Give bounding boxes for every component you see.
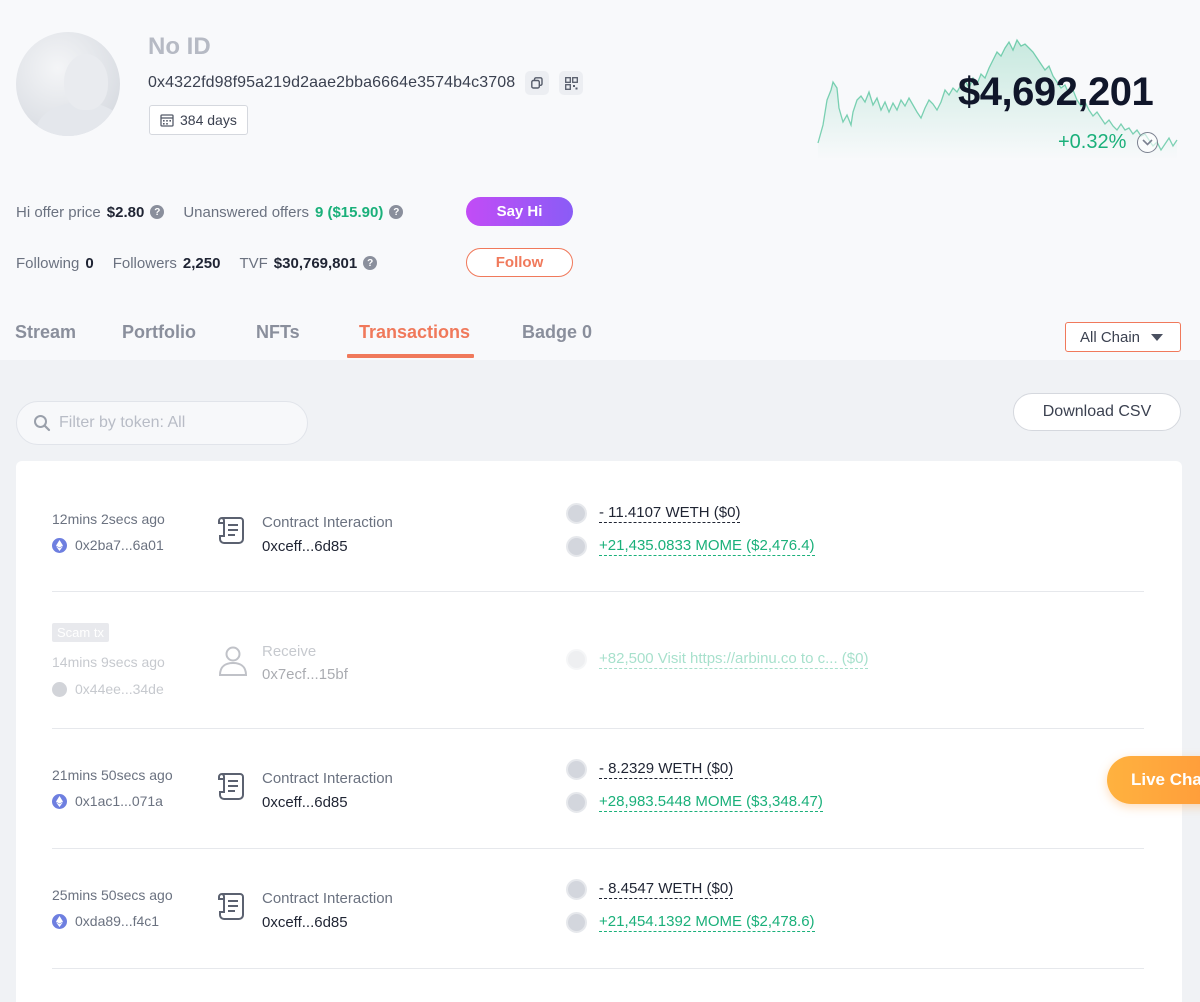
token-amount[interactable]: - 8.4547 WETH ($0) bbox=[566, 879, 734, 900]
token-icon bbox=[566, 879, 587, 900]
token-icon bbox=[566, 536, 587, 557]
followers-label: Followers bbox=[112, 254, 177, 272]
scroll-icon bbox=[218, 772, 244, 800]
token-amount[interactable]: - 8.2329 WETH ($0) bbox=[566, 759, 734, 780]
question-icon[interactable]: ? bbox=[363, 256, 378, 270]
row-divider bbox=[52, 728, 1144, 729]
tx-type: Receive bbox=[262, 643, 317, 660]
profile-header: No ID 0x4322fd98f95a219d2aae2bba6664e357… bbox=[0, 0, 1200, 360]
followers-value: 2,250 bbox=[182, 254, 221, 272]
live-chat-button[interactable]: Live Chat bbox=[1107, 756, 1200, 804]
wallet-age-badge: 384 days bbox=[149, 105, 248, 135]
net-worth-value: $4,692,201 bbox=[958, 70, 1154, 114]
token-icon bbox=[566, 503, 587, 524]
token-amount[interactable]: +21,435.0833 MOME ($2,476.4) bbox=[566, 536, 815, 557]
token-amount[interactable]: +21,454.1392 MOME ($2,478.6) bbox=[566, 912, 815, 933]
row-divider bbox=[52, 968, 1144, 969]
scroll-icon bbox=[218, 516, 244, 544]
tx-address[interactable]: 0xceff...6d85 bbox=[262, 538, 348, 555]
tx-hash[interactable]: 0xda89...f4c1 bbox=[52, 913, 159, 929]
tx-hash[interactable]: 0x1ac1...071a bbox=[52, 793, 163, 809]
active-tab-indicator bbox=[347, 354, 474, 358]
hi-offer-label: Hi offer price bbox=[16, 203, 101, 221]
chevron-down-icon[interactable] bbox=[1137, 132, 1158, 153]
tab-stream[interactable]: Stream bbox=[15, 322, 76, 343]
row-divider bbox=[52, 848, 1144, 849]
following-label: Following bbox=[16, 254, 80, 272]
profile-tabs: Stream Portfolio NFTs Transactions Badge… bbox=[0, 310, 1200, 360]
tx-type: Contract Interaction bbox=[262, 890, 393, 907]
tx-time: 21mins 50secs ago bbox=[52, 767, 173, 783]
row-divider bbox=[52, 591, 1144, 592]
download-csv-button[interactable]: Download CSV bbox=[1013, 393, 1181, 431]
chain-select[interactable]: All Chain bbox=[1065, 322, 1181, 352]
tx-hash[interactable]: 0x44ee...34de bbox=[52, 681, 164, 697]
follow-stats: Following 0 Followers 2,250 TVF $30,769,… bbox=[16, 248, 378, 278]
tab-badge[interactable]: Badge 0 bbox=[522, 322, 592, 343]
token-icon bbox=[566, 759, 587, 780]
calendar-icon bbox=[160, 114, 174, 127]
token-amount[interactable]: +28,983.5448 MOME ($3,348.47) bbox=[566, 792, 823, 813]
tab-nfts[interactable]: NFTs bbox=[256, 322, 300, 343]
tx-time: 14mins 9secs ago bbox=[52, 654, 165, 670]
tvf-value: $30,769,801 bbox=[273, 254, 358, 272]
unanswered-offers-value: 9 ($15.90) bbox=[314, 203, 384, 221]
tvf-label: TVF bbox=[239, 254, 268, 272]
token-filter[interactable] bbox=[16, 401, 308, 445]
tx-address[interactable]: 0xceff...6d85 bbox=[262, 914, 348, 931]
tx-address[interactable]: 0x7ecf...15bf bbox=[262, 666, 348, 683]
tx-address[interactable]: 0xceff...6d85 bbox=[262, 794, 348, 811]
token-amount[interactable]: +82,500 Visit https://arbinu.co to c... … bbox=[566, 649, 869, 670]
offer-stats: Hi offer price $2.80 ? Unanswered offers… bbox=[16, 197, 404, 227]
unanswered-offers-label: Unanswered offers bbox=[183, 203, 309, 221]
ethereum-icon bbox=[52, 537, 67, 553]
tx-time: 25mins 50secs ago bbox=[52, 887, 173, 903]
qr-code-icon[interactable] bbox=[559, 71, 584, 95]
transactions-list: 12mins 2secs ago 0x2ba7...6a01 Contract … bbox=[16, 461, 1182, 1002]
search-icon bbox=[34, 415, 51, 432]
say-hi-button[interactable]: Say Hi bbox=[466, 197, 573, 226]
token-icon bbox=[566, 649, 587, 670]
follow-button[interactable]: Follow bbox=[466, 248, 573, 277]
caret-down-icon bbox=[1151, 334, 1163, 341]
avatar bbox=[16, 32, 120, 136]
ethereum-icon bbox=[52, 913, 67, 929]
token-amount[interactable]: - 11.4107 WETH ($0) bbox=[566, 503, 741, 524]
profile-name: No ID bbox=[148, 33, 211, 60]
arbitrum-icon bbox=[52, 681, 67, 697]
question-icon[interactable]: ? bbox=[389, 205, 404, 219]
user-icon bbox=[218, 646, 248, 676]
token-icon bbox=[566, 912, 587, 933]
scroll-icon bbox=[218, 892, 244, 920]
ethereum-icon bbox=[52, 793, 67, 809]
tab-portfolio[interactable]: Portfolio bbox=[122, 322, 196, 343]
tab-transactions[interactable]: Transactions bbox=[359, 322, 470, 343]
tx-type: Contract Interaction bbox=[262, 514, 393, 531]
token-icon bbox=[566, 792, 587, 813]
following-value: 0 bbox=[85, 254, 94, 272]
tx-time: 12mins 2secs ago bbox=[52, 511, 165, 527]
scam-badge: Scam tx bbox=[52, 623, 109, 642]
hi-offer-value: $2.80 bbox=[106, 203, 145, 221]
tx-type: Contract Interaction bbox=[262, 770, 393, 787]
token-filter-input[interactable] bbox=[59, 414, 289, 432]
wallet-address: 0x4322fd98f95a219d2aae2bba6664e3574b4c37… bbox=[148, 74, 516, 91]
address-row: 0x4322fd98f95a219d2aae2bba6664e3574b4c37… bbox=[148, 70, 584, 96]
wallet-age: 384 days bbox=[180, 112, 237, 128]
tx-hash[interactable]: 0x2ba7...6a01 bbox=[52, 537, 164, 553]
net-worth-change: +0.32% bbox=[1058, 131, 1127, 153]
question-icon[interactable]: ? bbox=[150, 205, 165, 219]
chain-select-value: All Chain bbox=[1080, 328, 1141, 346]
copy-icon[interactable] bbox=[525, 71, 550, 95]
